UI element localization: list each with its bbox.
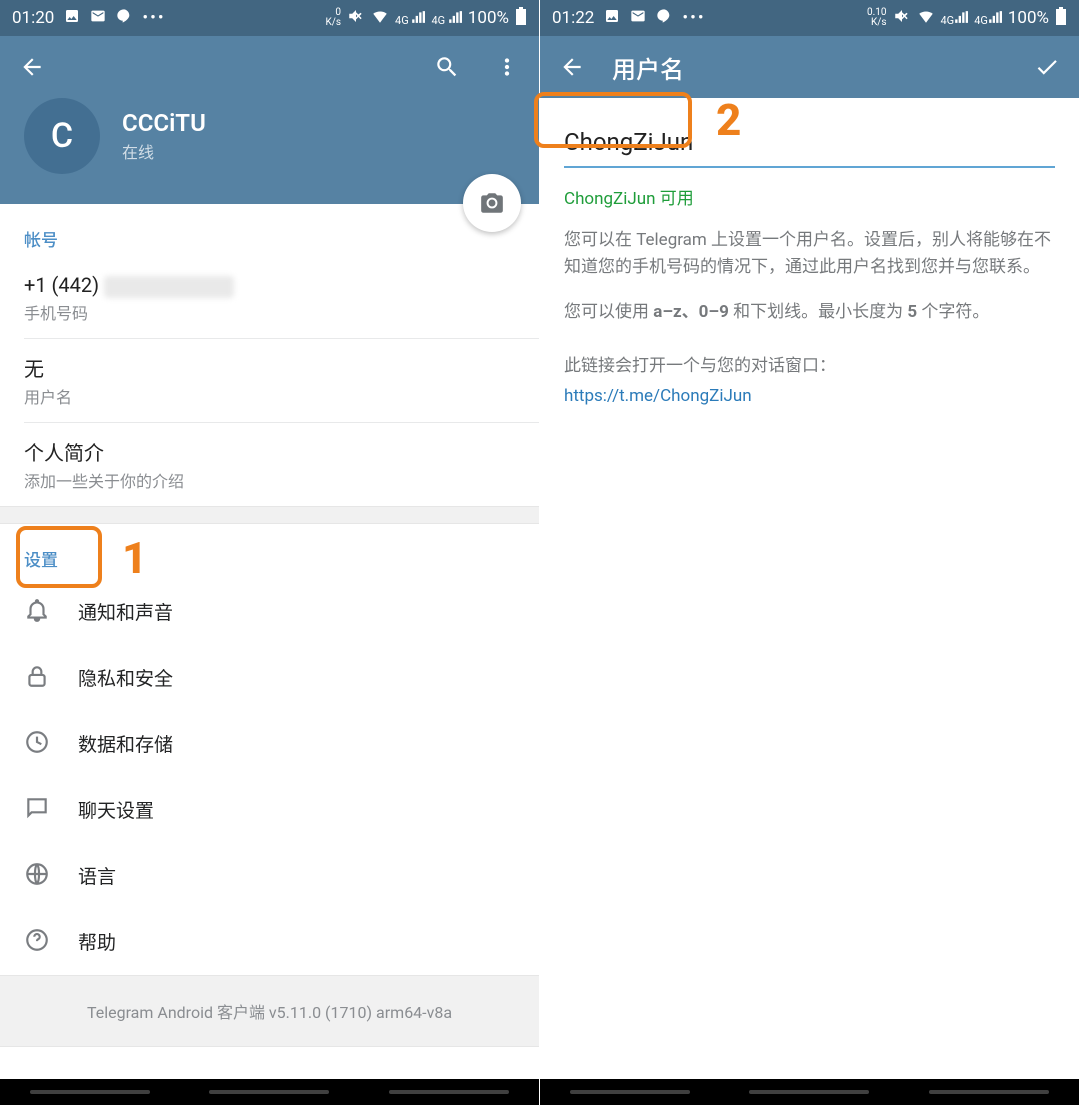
phone-left: 01:20 ••• 0 K/s 4G: [0, 0, 540, 1105]
android-navbar: [0, 1079, 539, 1105]
status-time: 01:22: [552, 8, 594, 28]
clock-icon: [24, 729, 50, 759]
phone-redacted: [104, 276, 234, 298]
mail-icon: [90, 8, 106, 28]
settings-label: 语言: [78, 862, 116, 889]
avatar-initial: C: [51, 116, 73, 156]
battery-icon: [515, 7, 527, 29]
profile-link[interactable]: https://t.me/ChongZiJun: [564, 386, 1055, 406]
phone-row[interactable]: +1 (442) 手机号码: [0, 259, 539, 338]
profile-text: CCCiTU 在线: [122, 109, 206, 163]
network-speed: 0.10 K/s: [867, 8, 887, 28]
hangouts-icon: [116, 8, 132, 28]
username-label: 用户名: [24, 384, 515, 408]
lock-icon: [24, 663, 50, 693]
android-navbar: [540, 1079, 1079, 1105]
settings-label: 通知和声音: [78, 598, 173, 625]
phone-right: 01:22 ••• 0.10 K/s 4G 4G 100% 用户名: [540, 0, 1080, 1105]
settings-chat[interactable]: 聊天设置: [0, 777, 539, 843]
bell-icon: [24, 597, 50, 627]
section-gap: [0, 506, 539, 524]
username-value: 无: [24, 353, 515, 382]
settings-notifications[interactable]: 通知和声音: [0, 579, 539, 645]
status-bar-left: 01:20 •••: [12, 8, 166, 28]
status-bar-right: 0.10 K/s 4G 4G 100%: [867, 7, 1067, 29]
bio-hint: 添加一些关于你的介绍: [24, 468, 515, 492]
settings-help[interactable]: 帮助: [0, 909, 539, 975]
settings-label: 数据和存储: [78, 730, 173, 757]
profile-name: CCCiTU: [122, 109, 206, 137]
globe-icon: [24, 861, 50, 891]
signal-icon-2: 4G: [431, 10, 461, 26]
footer-version: Telegram Android 客户端 v5.11.0 (1710) arm6…: [0, 975, 539, 1047]
availability-text: ChongZiJun 可用: [564, 184, 1055, 209]
wifi-icon: [371, 7, 389, 29]
description-2: 您可以使用 a–z、0–9 和下划线。最小长度为 5 个字符。: [564, 299, 1055, 326]
settings-language[interactable]: 语言: [0, 843, 539, 909]
phone-label: 手机号码: [24, 300, 515, 324]
status-bar: 01:22 ••• 0.10 K/s 4G 4G 100%: [540, 0, 1079, 36]
chat-icon: [24, 795, 50, 825]
avatar[interactable]: C: [24, 98, 100, 174]
bio-row[interactable]: 个人简介 添加一些关于你的介绍: [0, 423, 539, 506]
more-icon: •••: [682, 10, 705, 27]
help-icon: [24, 927, 50, 957]
more-button[interactable]: [487, 47, 527, 87]
more-icon: •••: [142, 10, 165, 27]
profile-status: 在线: [122, 139, 206, 163]
back-button[interactable]: [12, 47, 52, 87]
signal-icon-1: 4G: [395, 10, 425, 26]
settings-privacy[interactable]: 隐私和安全: [0, 645, 539, 711]
section-account-label: 帐号: [0, 204, 539, 259]
status-bar-left: 01:22 •••: [552, 8, 706, 28]
toolbar: 用户名: [540, 36, 1079, 98]
username-content: ChongZiJun 可用 您可以在 Telegram 上设置一个用户名。设置后…: [540, 98, 1079, 406]
search-button[interactable]: [427, 47, 467, 87]
phone-value: +1 (442): [24, 273, 515, 298]
signal-icon-1: 4G: [941, 10, 969, 26]
profile-row: C CCCiTU 在线: [0, 98, 539, 204]
status-time: 01:20: [12, 8, 54, 28]
image-icon: [64, 8, 80, 28]
signal-icon-2: 4G: [974, 10, 1002, 26]
settings-label: 聊天设置: [78, 796, 154, 823]
link-intro: 此链接会打开一个与您的对话窗口：: [564, 353, 1055, 380]
status-bar: 01:20 ••• 0 K/s 4G: [0, 0, 539, 36]
battery-text: 100%: [1008, 8, 1049, 28]
username-input[interactable]: [564, 124, 1055, 160]
description-1: 您可以在 Telegram 上设置一个用户名。设置后，别人将能够在不知道您的手机…: [564, 227, 1055, 281]
battery-text: 100%: [468, 8, 509, 28]
content-area: 帐号 +1 (442) 手机号码 无 用户名 个人简介 添加一些关于你的介绍 设…: [0, 204, 539, 1105]
toolbar-title: 用户名: [612, 50, 684, 85]
username-input-wrap[interactable]: [564, 118, 1055, 168]
toolbar: [0, 36, 539, 98]
mail-icon: [630, 8, 646, 28]
status-bar-right: 0 K/s 4G 4G 100%: [325, 7, 527, 29]
mute-icon: [347, 7, 365, 29]
battery-icon: [1055, 7, 1067, 29]
image-icon: [604, 8, 620, 28]
section-settings-label: 设置: [0, 524, 539, 579]
mute-icon: [893, 7, 911, 29]
bio-title: 个人简介: [24, 437, 515, 466]
settings-label: 帮助: [78, 928, 116, 955]
network-speed: 0 K/s: [325, 8, 341, 28]
confirm-button[interactable]: [1027, 47, 1067, 87]
username-row[interactable]: 无 用户名: [0, 339, 539, 422]
back-button[interactable]: [552, 47, 592, 87]
settings-data[interactable]: 数据和存储: [0, 711, 539, 777]
profile-header: C CCCiTU 在线: [0, 36, 539, 204]
wifi-icon: [917, 7, 935, 29]
settings-label: 隐私和安全: [78, 664, 173, 691]
hangouts-icon: [656, 8, 672, 28]
